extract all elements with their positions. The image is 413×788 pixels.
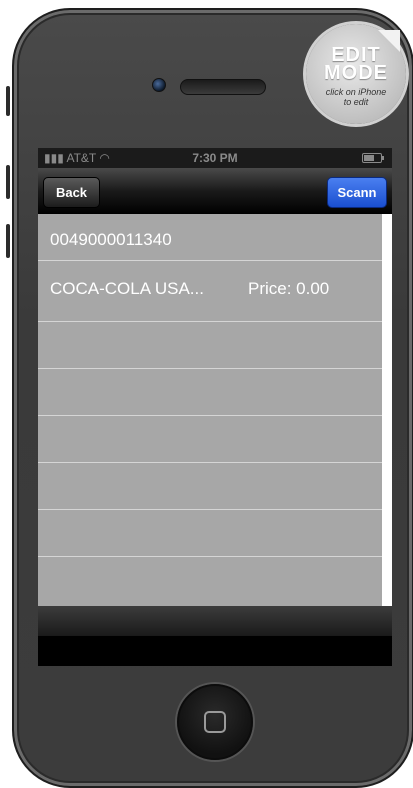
edit-mode-badge[interactable]: EDIT MODE click on iPhone to edit [306, 24, 406, 124]
table-row[interactable] [38, 416, 382, 463]
scrollbar[interactable] [382, 214, 392, 606]
home-square-icon [204, 711, 226, 733]
badge-line2: MODE [324, 62, 388, 84]
badge-hint-line2: to edit [343, 97, 369, 107]
mute-switch [6, 86, 10, 116]
speaker-grille [180, 79, 266, 95]
product-name: COCA-COLA USA... [50, 279, 204, 298]
scan-button[interactable]: Scann [327, 177, 387, 208]
volume-up-button [6, 165, 10, 199]
results-table: 0049000011340 COCA-COLA USA... Price: 0.… [38, 214, 382, 606]
status-bar: ▮▮▮ AT&T ◠ 7:30 PM [38, 148, 392, 168]
table-row[interactable] [38, 369, 382, 416]
table-row[interactable] [38, 557, 382, 603]
volume-down-button [6, 224, 10, 258]
battery-icon [362, 153, 384, 163]
barcode-text: 0049000011340 [50, 230, 172, 249]
table-row[interactable] [38, 463, 382, 510]
back-button[interactable]: Back [43, 177, 100, 208]
front-camera [152, 78, 166, 92]
status-time: 7:30 PM [192, 151, 238, 165]
table-row[interactable] [38, 322, 382, 369]
phone-screen: ▮▮▮ AT&T ◠ 7:30 PM Back Scann 0049000011… [38, 148, 392, 666]
table-row[interactable]: COCA-COLA USA... Price: 0.00 [38, 261, 382, 322]
home-button[interactable] [177, 684, 253, 760]
badge-hint-line1: click on iPhone [325, 87, 387, 97]
navigation-bar: Back Scann [38, 168, 392, 214]
product-price: Price: 0.00 [248, 279, 330, 298]
screen-bottom [38, 636, 392, 666]
table-row[interactable] [38, 510, 382, 557]
bottom-toolbar [38, 606, 392, 636]
table-row[interactable]: 0049000011340 [38, 214, 382, 261]
badge-hint: click on iPhone to edit [306, 87, 406, 107]
